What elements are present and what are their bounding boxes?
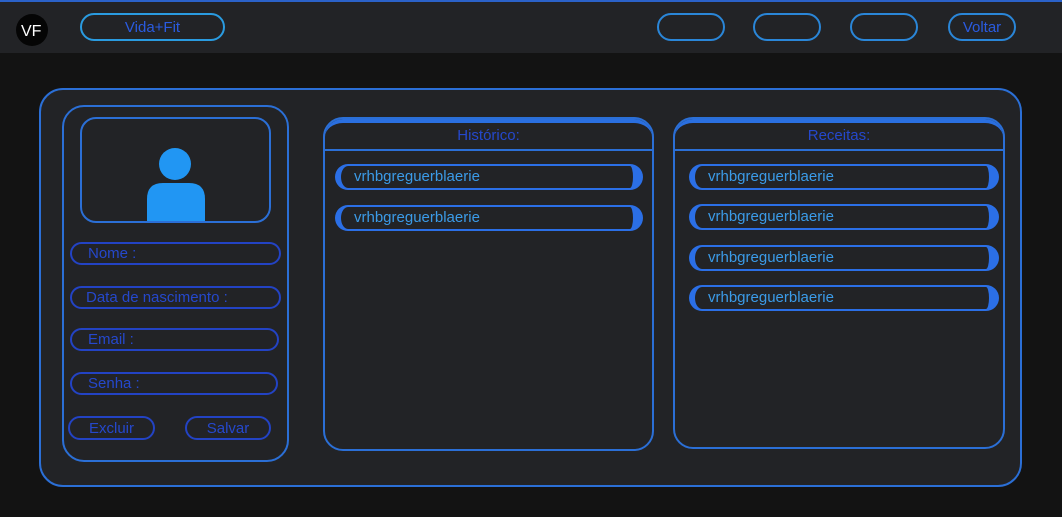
logo-icon: VF bbox=[21, 23, 42, 40]
logo[interactable]: VF bbox=[16, 14, 48, 46]
history-item[interactable]: vrhbgreguerblaerie bbox=[335, 205, 643, 231]
recipe-item[interactable]: vrhbgreguerblaerie bbox=[689, 245, 999, 271]
birthdate-field[interactable]: Data de nascimento : bbox=[70, 286, 281, 309]
save-button-label: Salvar bbox=[206, 419, 250, 437]
avatar[interactable] bbox=[80, 117, 271, 223]
recipes-title: Receitas: bbox=[675, 119, 1003, 151]
nav-button-2[interactable] bbox=[753, 13, 821, 41]
email-field[interactable]: Email : bbox=[70, 328, 279, 351]
back-button[interactable]: Voltar bbox=[948, 13, 1016, 41]
delete-button-label: Excluir bbox=[88, 419, 134, 437]
recipe-item[interactable]: vrhbgreguerblaerie bbox=[689, 285, 999, 311]
nav-button-1[interactable] bbox=[657, 13, 725, 41]
history-title: Histórico: bbox=[325, 119, 652, 151]
history-panel: Histórico: vrhbgreguerblaerie vrhbgregue… bbox=[323, 117, 654, 451]
delete-button[interactable]: Excluir bbox=[68, 416, 155, 440]
brand-button[interactable]: Vida+Fit bbox=[80, 13, 225, 41]
recipes-panel: Receitas: vrhbgreguerblaerie vrhbgreguer… bbox=[673, 117, 1005, 449]
recipe-item[interactable]: vrhbgreguerblaerie bbox=[689, 204, 999, 230]
email-field-label: Email : bbox=[88, 331, 134, 348]
password-field[interactable]: Senha : bbox=[70, 372, 278, 395]
recipe-item[interactable]: vrhbgreguerblaerie bbox=[689, 164, 999, 190]
nav-button-3[interactable] bbox=[850, 13, 918, 41]
history-item[interactable]: vrhbgreguerblaerie bbox=[335, 164, 643, 190]
user-icon bbox=[147, 148, 205, 221]
password-field-label: Senha : bbox=[88, 375, 140, 392]
brand-label: Vida+Fit bbox=[124, 18, 181, 36]
logo-text: VF bbox=[21, 23, 42, 40]
name-field-label: Nome : bbox=[88, 245, 137, 262]
back-label: Voltar bbox=[962, 18, 1002, 36]
top-navbar: VF Vida+Fit Voltar bbox=[0, 0, 1062, 53]
name-field[interactable]: Nome : bbox=[70, 242, 281, 265]
birthdate-field-label: Data de nascimento : bbox=[86, 289, 228, 306]
save-button[interactable]: Salvar bbox=[185, 416, 271, 440]
